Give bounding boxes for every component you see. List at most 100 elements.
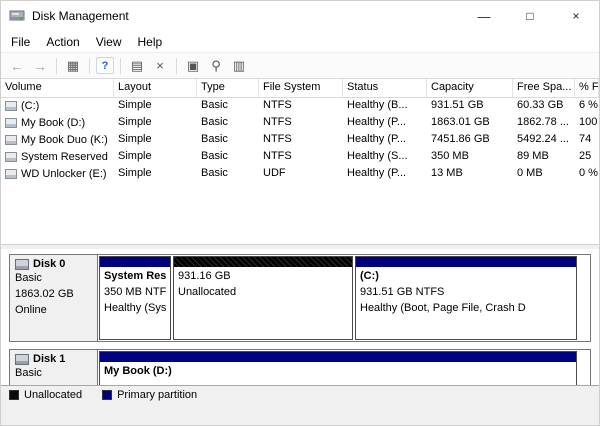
- col-file-system[interactable]: File System: [259, 79, 343, 98]
- minimize-button[interactable]: —: [461, 1, 507, 31]
- cell-capacity: 1863.01 GB: [427, 115, 513, 132]
- partition-size: 931.16 GB: [178, 269, 348, 285]
- disk-type: Basic: [15, 271, 92, 287]
- drive-icon: [5, 152, 17, 162]
- primary-partition-strip: [356, 257, 576, 267]
- cell-status: Healthy (P...: [343, 115, 427, 132]
- disk-row-1: Disk 1 Basic My Book (D:): [9, 349, 591, 385]
- col-layout[interactable]: Layout: [114, 79, 197, 98]
- bottom-filler: [1, 403, 599, 425]
- col-status[interactable]: Status: [343, 79, 427, 98]
- partition-label: (C:): [360, 269, 572, 285]
- disk0-info-panel[interactable]: Disk 0 Basic 1863.02 GB Online: [10, 255, 98, 341]
- toolbar-separator: [89, 58, 90, 74]
- close-button[interactable]: ×: [553, 1, 599, 31]
- cell-file-system: UDF: [259, 166, 343, 183]
- console-tree-icon[interactable]: ▦: [63, 56, 83, 76]
- maximize-button[interactable]: □: [507, 1, 553, 31]
- cell-free-space: 1862.78 ...: [513, 115, 575, 132]
- cell-percent-free: 25: [575, 149, 599, 166]
- cell-layout: Simple: [114, 166, 197, 183]
- table-row[interactable]: (C:) Simple Basic NTFS Healthy (B... 931…: [1, 98, 599, 115]
- volume-name: WD Unlocker (E:): [21, 168, 107, 180]
- cell-file-system: NTFS: [259, 98, 343, 115]
- disk-view-icon[interactable]: ▥: [229, 56, 249, 76]
- help-icon[interactable]: ?: [96, 57, 114, 74]
- properties-icon[interactable]: ▤: [127, 56, 147, 76]
- col-type[interactable]: Type: [197, 79, 259, 98]
- primary-partition-strip: [100, 257, 170, 267]
- back-icon[interactable]: ←: [7, 56, 27, 76]
- cell-layout: Simple: [114, 149, 197, 166]
- partition-label: System Res: [104, 269, 166, 285]
- partition-unallocated[interactable]: 931.16 GB Unallocated: [173, 256, 353, 340]
- cell-file-system: NTFS: [259, 132, 343, 149]
- cell-status: Healthy (P...: [343, 166, 427, 183]
- disk1-info-panel[interactable]: Disk 1 Basic: [10, 350, 98, 385]
- disk-size: 1863.02 GB: [15, 287, 92, 303]
- volume-name: System Reserved: [21, 151, 108, 163]
- cell-type: Basic: [197, 115, 259, 132]
- partition-label: My Book (D:): [104, 364, 572, 380]
- cell-layout: Simple: [114, 132, 197, 149]
- toolbar-separator: [56, 58, 57, 74]
- delete-icon[interactable]: ×: [150, 56, 170, 76]
- window-title: Disk Management: [32, 9, 129, 23]
- cell-status: Healthy (P...: [343, 132, 427, 149]
- cell-status: Healthy (S...: [343, 149, 427, 166]
- disk-icon: [15, 259, 29, 270]
- table-row[interactable]: WD Unlocker (E:) Simple Basic UDF Health…: [1, 166, 599, 183]
- cell-layout: Simple: [114, 98, 197, 115]
- toolbar-separator: [120, 58, 121, 74]
- volume-name: My Book (D:): [21, 117, 85, 129]
- menu-action[interactable]: Action: [38, 33, 87, 51]
- cell-free-space: 0 MB: [513, 166, 575, 183]
- col-free-space[interactable]: Free Spa...: [513, 79, 575, 98]
- cell-percent-free: 100: [575, 115, 599, 132]
- cell-capacity: 931.51 GB: [427, 98, 513, 115]
- cell-type: Basic: [197, 149, 259, 166]
- cell-status: Healthy (B...: [343, 98, 427, 115]
- forward-icon[interactable]: →: [30, 56, 50, 76]
- col-volume[interactable]: Volume: [1, 79, 114, 98]
- disk-icon: [15, 354, 29, 365]
- cell-type: Basic: [197, 132, 259, 149]
- toolbar: ← → ▦ ? ▤ × ▣ ⚲ ▥: [1, 52, 599, 79]
- table-row[interactable]: System Reserved Simple Basic NTFS Health…: [1, 149, 599, 166]
- unallocated-strip: [174, 257, 352, 267]
- open-icon[interactable]: ▣: [183, 56, 203, 76]
- cell-layout: Simple: [114, 115, 197, 132]
- disk-status: Online: [15, 303, 92, 319]
- drive-icon: [5, 169, 17, 179]
- cell-free-space: 5492.24 ...: [513, 132, 575, 149]
- partition-status: Healthy (Sys: [104, 301, 166, 317]
- unallocated-swatch: [9, 390, 19, 400]
- disk-type: Basic: [15, 366, 92, 382]
- app-icon: [9, 8, 25, 24]
- cell-type: Basic: [197, 98, 259, 115]
- col-percent-free[interactable]: % F: [575, 79, 599, 98]
- menu-view[interactable]: View: [88, 33, 130, 51]
- partition-c-drive[interactable]: (C:) 931.51 GB NTFS Healthy (Boot, Page …: [355, 256, 577, 340]
- cell-capacity: 13 MB: [427, 166, 513, 183]
- volume-list-pane: Volume Layout Type File System Status Ca…: [1, 79, 599, 245]
- cell-file-system: NTFS: [259, 115, 343, 132]
- cell-free-space: 60.33 GB: [513, 98, 575, 115]
- disk-management-window: Disk Management — □ × File Action View H…: [0, 0, 600, 426]
- menu-file[interactable]: File: [3, 33, 38, 51]
- search-icon[interactable]: ⚲: [206, 56, 226, 76]
- legend-label-unallocated: Unallocated: [24, 389, 82, 401]
- cell-free-space: 89 MB: [513, 149, 575, 166]
- menu-bar: File Action View Help: [1, 31, 599, 52]
- partition-label: Unallocated: [178, 285, 348, 301]
- volume-table-header: Volume Layout Type File System Status Ca…: [1, 79, 599, 98]
- toolbar-separator: [176, 58, 177, 74]
- table-row[interactable]: My Book Duo (K:) Simple Basic NTFS Healt…: [1, 132, 599, 149]
- disk-row-0: Disk 0 Basic 1863.02 GB Online System Re…: [9, 254, 591, 342]
- cell-file-system: NTFS: [259, 149, 343, 166]
- partition-my-book[interactable]: My Book (D:): [99, 351, 577, 385]
- col-capacity[interactable]: Capacity: [427, 79, 513, 98]
- table-row[interactable]: My Book (D:) Simple Basic NTFS Healthy (…: [1, 115, 599, 132]
- menu-help[interactable]: Help: [130, 33, 171, 51]
- partition-system-reserved[interactable]: System Res 350 MB NTF Healthy (Sys: [99, 256, 171, 340]
